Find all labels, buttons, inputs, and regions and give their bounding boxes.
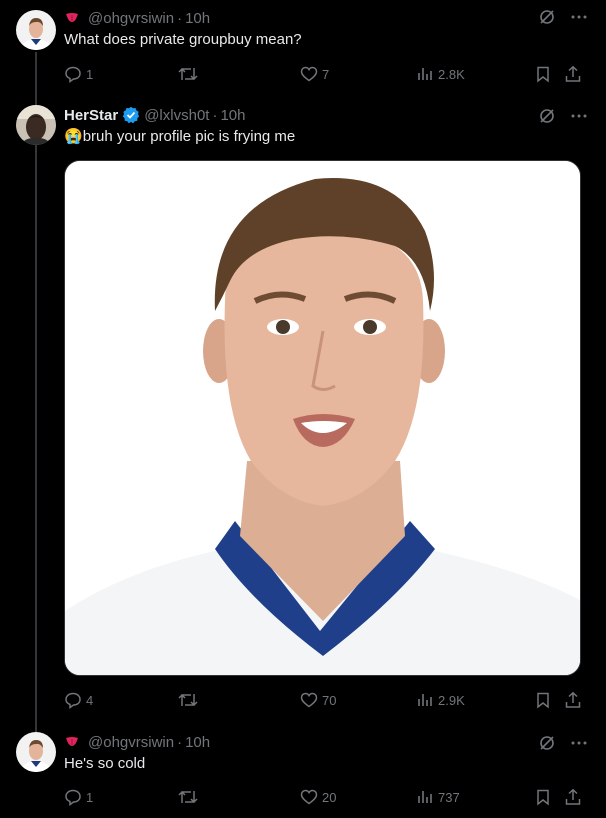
share-button[interactable] [564,64,582,84]
reply-button[interactable]: 1 [64,787,93,807]
retweet-button[interactable] [178,787,198,807]
tweet-text: What does private groupbuy mean? [64,31,302,48]
like-icon [300,692,318,708]
bookmark-button[interactable] [534,690,552,710]
reply-button[interactable]: 1 [64,64,93,84]
avatar[interactable] [16,10,56,50]
reply-button[interactable]: 4 [64,690,93,710]
views-button[interactable]: 2.9K [416,690,465,710]
tweet-handle[interactable]: @ohgvrsiwin [88,10,174,27]
grok-icon[interactable] [538,734,556,752]
retweet-icon [178,693,198,707]
tweet-1[interactable]: @ohgvrsiwin · 10h What does private grou… [0,8,606,88]
views-icon [418,791,432,803]
bookmark-icon [537,789,549,806]
retweet-button[interactable] [178,64,198,84]
reply-icon [65,66,81,83]
share-icon [565,691,581,708]
tweet-text-content: bruh your profile pic is frying me [82,128,296,145]
bookmark-icon [537,692,549,709]
separator-dot: · [177,9,183,27]
reply-icon [65,789,81,806]
views-count: 2.8K [438,66,465,82]
retweet-icon [178,67,198,81]
retweet-button[interactable] [178,690,198,710]
separator-dot: · [212,106,218,124]
share-button[interactable] [564,690,582,710]
bookmark-button[interactable] [534,787,552,807]
grok-icon[interactable] [538,107,556,125]
portrait-photo [65,161,580,675]
like-button[interactable]: 20 [300,787,336,807]
separator-dot: · [177,733,183,751]
tongue-emoji-icon [66,737,78,746]
like-icon [300,789,318,805]
tweet-display-name[interactable]: HerStar [64,107,118,124]
bookmark-button[interactable] [534,64,552,84]
like-count: 7 [322,66,330,82]
views-count: 737 [438,789,460,805]
like-button[interactable]: 70 [300,690,336,710]
verified-badge-icon [123,106,140,124]
reply-count: 4 [86,692,94,708]
share-icon [565,65,581,82]
reply-count: 1 [86,66,94,82]
tweet-handle[interactable]: @lxlvsh0t [144,107,209,124]
crying-emoji: 😭 [64,128,83,145]
bookmark-icon [537,66,549,83]
tweet-3[interactable]: @ohgvrsiwin · 10h He's so cold 1 20 737 [0,732,606,812]
tweet-text: 😭bruh your profile pic is frying me [64,127,295,147]
tongue-emoji-icon [66,13,78,22]
grok-icon[interactable] [538,8,556,26]
like-button[interactable]: 7 [300,64,329,84]
views-count: 2.9K [438,692,465,708]
retweet-icon [178,790,198,804]
more-icon[interactable] [570,734,588,752]
tweet-handle[interactable]: @ohgvrsiwin [88,734,174,751]
views-button[interactable]: 737 [416,787,460,807]
views-icon [418,68,432,80]
views-button[interactable]: 2.8K [416,64,465,84]
share-button[interactable] [564,787,582,807]
views-icon [418,694,432,706]
like-count: 20 [322,789,337,805]
tweet-media-image[interactable] [64,160,581,676]
tweet-2[interactable]: HerStar @lxlvsh0t · 10h 😭bruh your profi… [0,105,606,715]
like-icon [300,66,318,82]
reply-icon [65,692,81,709]
more-icon[interactable] [570,8,588,26]
reply-count: 1 [86,789,94,805]
share-icon [565,788,581,805]
tweet-text: He's so cold [64,755,146,772]
tweet-time[interactable]: 10h [185,734,210,751]
more-icon[interactable] [570,107,588,125]
like-count: 70 [322,692,337,708]
tweet-time[interactable]: 10h [185,10,210,27]
avatar[interactable] [16,105,56,145]
avatar[interactable] [16,732,56,772]
tweet-time[interactable]: 10h [220,107,245,124]
